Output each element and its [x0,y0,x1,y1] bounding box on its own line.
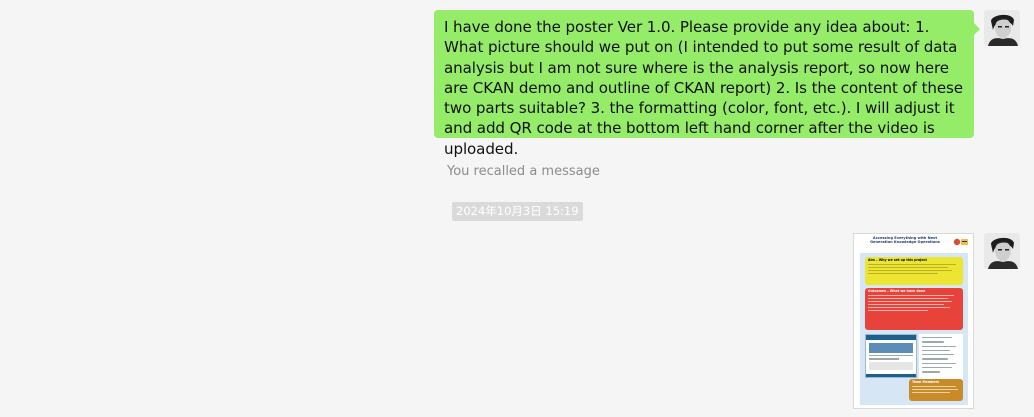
poster-section-heading: Aim – Why we set up this project [868,258,927,262]
poster-section-aim: Aim – Why we set up this project [865,257,963,285]
university-logo-icon [953,238,968,246]
poster-image-message[interactable]: Accessing Everything with Next Generatio… [853,233,974,409]
poster-ckan-report-outline [919,334,963,380]
user-avatar[interactable] [984,10,1020,46]
poster-section-team: Team Members [909,379,963,401]
poster-section-heading: Outcomes – What we have done [868,289,926,293]
recalled-message-notice: You recalled a message [447,164,600,179]
poster-section-heading: Team Members [912,380,940,384]
user-avatar[interactable] [984,233,1020,269]
sent-message-bubble[interactable]: I have done the poster Ver 1.0. Please p… [434,10,980,158]
message-timestamp: 2024年10月3日 15:19 [452,202,583,221]
poster-title: Accessing Everything with Next Generatio… [870,236,940,245]
poster-section-outcomes: Outcomes – What we have done [865,288,963,330]
sent-message-text: I have done the poster Ver 1.0. Please p… [444,18,963,158]
avatar-image [984,233,1020,269]
poster-ckan-demo-screenshot [865,334,917,378]
poster-body: Aim – Why we set up this project Outcome… [860,253,968,405]
avatar-image [984,10,1020,46]
